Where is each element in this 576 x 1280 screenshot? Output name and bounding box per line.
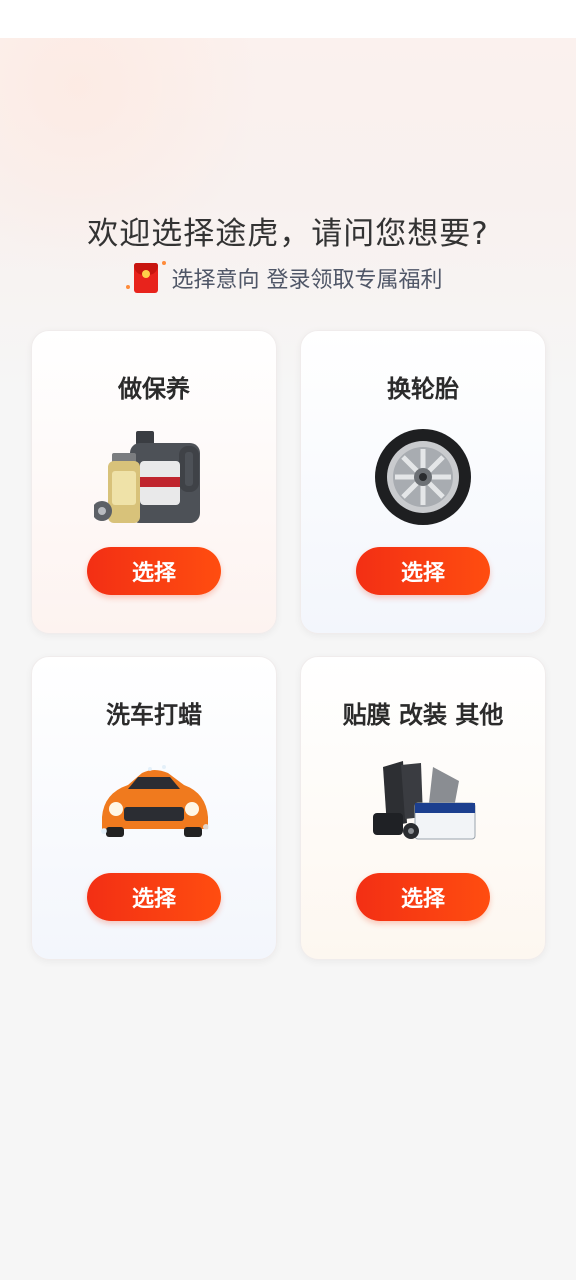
accessories-image <box>373 761 476 840</box>
card-maintenance[interactable]: 做保养 选择 <box>31 330 277 634</box>
status-bar <box>0 0 576 38</box>
card-tire[interactable]: 换轮胎 选择 <box>300 330 546 634</box>
card-title: 做保养 <box>118 375 190 403</box>
select-button[interactable]: 选择 <box>356 547 490 595</box>
card-accessories[interactable]: 贴膜 改装 其他 选择 <box>300 656 546 960</box>
card-car-wash[interactable]: 洗车打蜡 选择 <box>31 656 277 960</box>
select-button[interactable]: 选择 <box>356 873 490 921</box>
subtitle-text: 选择意向 登录领取专属福利 <box>171 268 443 293</box>
select-button[interactable]: 选择 <box>87 873 221 921</box>
car-wash-image <box>101 765 209 837</box>
select-button[interactable]: 选择 <box>87 547 221 595</box>
card-title: 洗车打蜡 <box>106 701 202 729</box>
tire-image <box>375 429 471 525</box>
red-packet-icon <box>125 261 166 293</box>
subtitle-row: 选择意向 登录领取专属福利 <box>0 261 576 294</box>
engine-oil-image <box>94 431 200 523</box>
card-title: 贴膜 改装 其他 <box>342 701 504 729</box>
card-title: 换轮胎 <box>387 375 459 403</box>
page-title: 欢迎选择途虎，请问您想要? <box>87 216 489 252</box>
